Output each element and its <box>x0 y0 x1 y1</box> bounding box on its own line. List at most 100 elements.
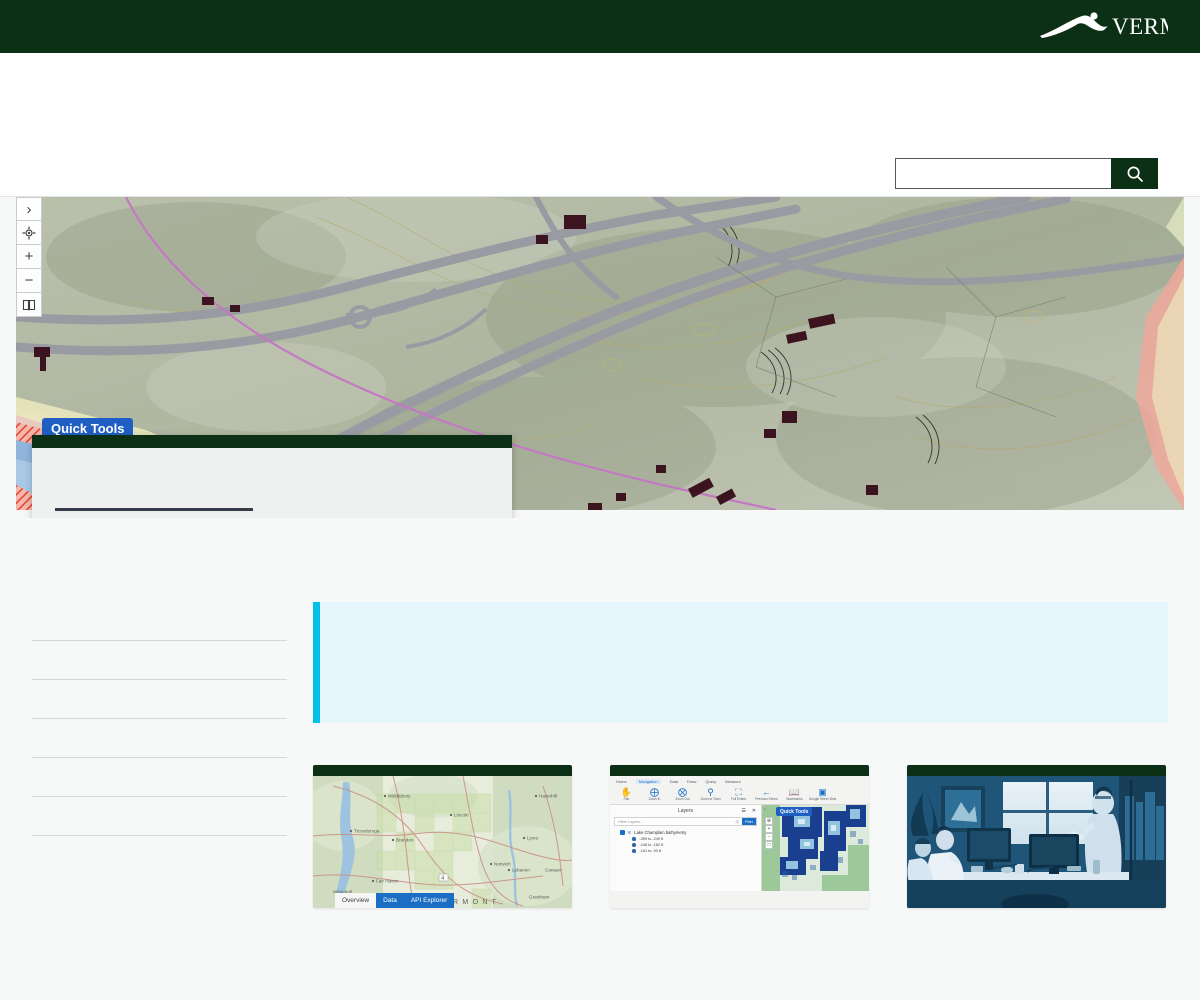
gis-tool-previous-extent-label: Previous Extent <box>755 797 778 801</box>
svg-text:Haverhill: Haverhill <box>539 794 557 799</box>
chevron-right-icon: › <box>26 200 32 218</box>
gis-tool-zoom-to-town[interactable]: ⚲ Zoom to Town <box>700 787 721 801</box>
site-search <box>895 158 1158 189</box>
book-icon: 📖 <box>788 787 801 797</box>
search-icon <box>1127 166 1143 182</box>
tab-api-explorer[interactable]: API Explorer <box>403 893 455 908</box>
side-nav <box>32 596 287 908</box>
gis-layer-item[interactable]: ☰ Lake Champlain bathymetry <box>610 826 761 835</box>
gis-layers-panel: Layers ☰ ✕ Filter Layers... ◎ Filter ☰ L… <box>610 805 762 891</box>
hamburger-icon[interactable]: ☰ <box>742 808 746 814</box>
gis-layer-name: Lake Champlain bathymetry <box>634 830 687 835</box>
tab-data[interactable]: Data <box>376 893 404 908</box>
gis-tool-zoom-out[interactable]: ⨂ Zoom Out <box>672 787 693 801</box>
card-gis-application[interactable]: Home Navigation Data Draw Query Measure … <box>610 765 869 908</box>
gis-ribbon-tabs: Home Navigation Data Draw Query Measure <box>610 776 869 785</box>
card-top-accent-bar <box>610 765 869 776</box>
svg-text:4: 4 <box>441 876 444 882</box>
gis-map-zoom-in-button[interactable]: + <box>765 825 773 833</box>
gis-filter-button[interactable]: Filter <box>742 818 756 825</box>
card-training-photo[interactable] <box>907 765 1166 908</box>
map-locate-button[interactable] <box>16 221 42 245</box>
gis-tool-google-street-view[interactable]: ▣ Google Street View <box>808 787 837 801</box>
gis-tool-bookmarks-label: Bookmarks <box>786 797 803 801</box>
map-zoom-in-button[interactable]: + <box>16 245 42 269</box>
arrow-left-icon: ← <box>762 787 771 797</box>
gis-tool-pan[interactable]: ✋ Pan <box>616 787 637 801</box>
ribbon-tab-draw[interactable]: Draw <box>687 779 696 784</box>
gis-quick-tools-badge[interactable]: Quick Tools <box>776 807 813 816</box>
map-bookmarks-button[interactable] <box>16 293 42 317</box>
gis-tool-zoom-out-label: Zoom Out <box>675 797 690 801</box>
thumbnail-tabs: Overview Data API Explorer <box>335 893 455 908</box>
card-overview-map[interactable]: Middlebury Lincoln Haverhill Ticonderoga… <box>313 765 572 908</box>
ribbon-tab-measure[interactable]: Measure <box>725 779 741 784</box>
card-thumbnail-gis-app: Home Navigation Data Draw Query Measure … <box>610 776 869 908</box>
card-top-accent-bar <box>907 765 1166 776</box>
card-grid: Middlebury Lincoln Haverhill Ticonderoga… <box>313 765 1168 908</box>
gis-tool-zoom-in[interactable]: ⨁ Zoom In <box>644 787 665 801</box>
gis-workspace: Layers ☰ ✕ Filter Layers... ◎ Filter ☰ L… <box>610 805 869 891</box>
side-nav-item-6[interactable] <box>32 797 287 836</box>
gis-tool-street-view-label: Google Street View <box>808 797 837 801</box>
layer-symbol-icon: ☰ <box>627 830 632 835</box>
side-nav-item-2[interactable] <box>32 641 287 680</box>
gis-map-collapse-icon[interactable]: ‹ <box>764 807 766 813</box>
map-zoom-out-button[interactable]: − <box>16 269 42 293</box>
street-view-icon: ▣ <box>818 787 827 797</box>
crosshair-locate-icon <box>22 226 36 239</box>
gis-tool-zoom-to-town-label: Zoom to Town <box>700 797 721 801</box>
side-nav-item-5[interactable] <box>32 758 287 797</box>
gis-tool-bookmarks[interactable]: 📖 Bookmarks <box>784 787 805 801</box>
search-input[interactable] <box>895 158 1111 189</box>
tab-overview[interactable]: Overview <box>335 893 377 908</box>
modal-body <box>32 448 512 518</box>
vermont-wordmark: VERMONT <box>1112 14 1168 39</box>
page-content: Middlebury Lincoln Haverhill Ticonderoga… <box>0 518 1200 908</box>
close-x-icon[interactable]: ✕ <box>752 808 756 814</box>
gis-app-screenshot: Home Navigation Data Draw Query Measure … <box>610 776 869 908</box>
ribbon-tab-home[interactable]: Home <box>616 779 627 784</box>
vermont-locator-map-graphic: Middlebury Lincoln Haverhill Ticonderoga… <box>313 776 572 908</box>
search-button[interactable] <box>1111 158 1158 189</box>
hero-map-section: › + − Quick Tools <box>0 197 1200 518</box>
expand-arrows-icon: ⛶ <box>735 787 742 797</box>
side-nav-item-4[interactable] <box>32 719 287 758</box>
legend-swatch <box>632 843 636 847</box>
svg-text:Ticonderoga: Ticonderoga <box>354 829 380 834</box>
gis-tool-full-extent-label: Full Extent <box>730 797 747 801</box>
layer-checkbox[interactable] <box>620 830 625 835</box>
gis-legend-label-3: -161 to -93 ft <box>639 849 662 853</box>
plus-circle-icon: ⨁ <box>650 787 659 797</box>
gis-map-locate-button[interactable]: ⊕ <box>765 817 773 825</box>
ribbon-tab-navigation[interactable]: Navigation <box>635 779 661 784</box>
minus-circle-icon: ⨂ <box>678 787 687 797</box>
ribbon-tab-query[interactable]: Query <box>705 779 716 784</box>
ribbon-tab-data[interactable]: Data <box>670 779 678 784</box>
vermont-logo[interactable]: VERMONT <box>1038 10 1168 44</box>
minus-icon: − <box>24 272 34 289</box>
gis-map-viewport[interactable]: ‹ Quick Tools ⊕ + − □ <box>762 805 869 891</box>
gis-map-zoom-out-button[interactable]: − <box>765 833 773 841</box>
gis-tool-zoom-in-label: Zoom In <box>648 797 661 801</box>
magnifier-icon: ⚲ <box>707 787 714 797</box>
map-modal-dialog <box>32 435 512 518</box>
side-nav-item-1[interactable] <box>32 602 287 641</box>
state-bar: VERMONT <box>0 0 1200 53</box>
gis-tool-previous-extent[interactable]: ← Previous Extent <box>755 787 778 801</box>
gis-layer-filter[interactable]: Filter Layers... ◎ Filter <box>614 817 757 826</box>
gis-legend-item-3: -161 to -93 ft <box>610 847 761 853</box>
card-top-accent-bar <box>313 765 572 776</box>
svg-text:Brandon: Brandon <box>396 838 414 843</box>
side-nav-item-3[interactable] <box>32 680 287 719</box>
gis-map-bookmarks-button[interactable]: □ <box>765 841 773 849</box>
map-control-rail: › + − <box>16 197 42 317</box>
gis-legend-label-1: -399 to -249 ft <box>639 837 664 841</box>
gis-legend-label-2: -248 to -162 ft <box>639 843 664 847</box>
gis-tool-pan-label: Pan <box>623 797 630 801</box>
gis-layers-header: Layers ☰ ✕ <box>610 805 761 817</box>
gis-tool-full-extent[interactable]: ⛶ Full Extent <box>728 787 749 801</box>
gis-layers-title: Layers <box>677 808 693 814</box>
map-expand-panel-button[interactable]: › <box>16 197 42 221</box>
svg-text:Lebanon: Lebanon <box>512 868 530 873</box>
